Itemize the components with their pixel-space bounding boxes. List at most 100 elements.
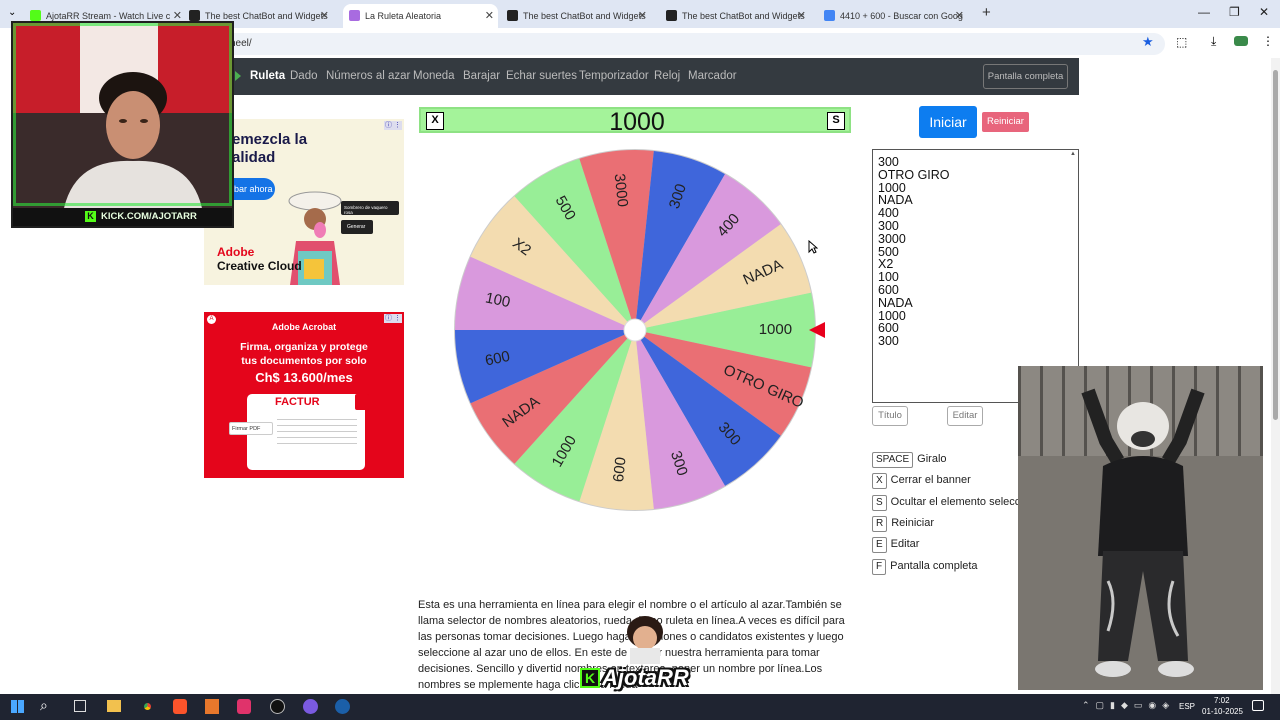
browser-tab[interactable]: 4410 + 600 - Buscar con Goog ✕: [818, 4, 968, 28]
wheel[interactable]: 1000OTRO GIRO3003006001000NADA600100X250…: [445, 140, 825, 520]
profile-icon[interactable]: [1234, 36, 1248, 46]
app-icon[interactable]: [270, 699, 285, 714]
new-tab-button[interactable]: +: [982, 4, 991, 21]
dancer-figure: [1081, 388, 1205, 677]
browser-tab[interactable]: La Ruleta Aleatoria ✕: [343, 4, 498, 28]
nav-item[interactable]: Echar suertes: [506, 70, 577, 82]
close-banner-button[interactable]: X: [426, 112, 444, 130]
shortcut-item: E Editar: [872, 537, 920, 554]
steam-icon[interactable]: [335, 699, 350, 714]
hide-selected-button[interactable]: S: [827, 112, 845, 130]
kick-logo-icon: K: [580, 668, 600, 688]
menu-icon[interactable]: ⋮: [1262, 34, 1274, 48]
kick-url: KICK.COM/AJOTARR: [101, 211, 197, 222]
nav-item[interactable]: Ruleta: [250, 70, 285, 82]
channel-logo: K AjotaRR: [578, 612, 698, 692]
tab-close-icon[interactable]: ✕: [638, 9, 647, 22]
wheel-segment-label: 3000: [611, 173, 631, 208]
browser-tab[interactable]: The best ChatBot and Widgets ✕: [501, 4, 651, 28]
shortcut-label: Giralo: [917, 453, 947, 465]
restore-icon[interactable]: ❐: [1229, 5, 1240, 19]
tiktok-icon[interactable]: [237, 699, 251, 714]
search-icon[interactable]: ⌕: [40, 697, 48, 714]
shortcut-label: Pantalla completa: [890, 559, 978, 572]
site-navbar: Ruleta Dado Números al azar Moneda Barajar Ec…: [225, 58, 1079, 95]
tab-close-icon[interactable]: ✕: [485, 9, 494, 22]
tab-list-chevron-icon[interactable]: ⌄: [8, 7, 16, 18]
title-button[interactable]: Título: [872, 406, 908, 426]
tab-title: La Ruleta Aleatoria: [365, 11, 442, 21]
shortcut-label: Cerrar el banner: [890, 474, 971, 487]
tab-close-icon[interactable]: ✕: [320, 9, 329, 22]
ad-line-1: Firma, organiza y protege: [240, 341, 368, 353]
tab-favicon-icon: [349, 10, 360, 21]
shortcut-item: X Cerrar el banner: [872, 473, 971, 490]
ad-sign-chip: Firmar PDF: [229, 422, 273, 435]
task-view-icon[interactable]: [74, 700, 86, 712]
nav-item[interactable]: Temporizador: [579, 70, 649, 82]
tray-icons[interactable]: ⌃▢▮◆▭◉◈: [1082, 700, 1175, 711]
ad-headline: emezcla la alidad: [232, 131, 308, 166]
windows-start-icon[interactable]: [11, 700, 24, 713]
tab-favicon-icon: [824, 10, 835, 21]
creative-cloud-wordmark: Creative Cloud: [217, 259, 302, 273]
tab-favicon-icon: [189, 10, 200, 21]
edit-button[interactable]: Editar: [947, 406, 983, 426]
scrollbar-thumb[interactable]: [1273, 70, 1278, 420]
ad-chip-2: Generar: [341, 220, 373, 234]
ad-info-icon[interactable]: ⓘ ⋮: [384, 314, 402, 323]
tab-title: The best ChatBot and Widgets: [523, 11, 646, 21]
textarea-scroll-up-icon[interactable]: ▲: [1070, 151, 1076, 157]
ad-price: Ch$ 13.600/mes: [255, 370, 353, 385]
extensions-icon[interactable]: ⬚: [1176, 35, 1187, 49]
shortcut-key: E: [872, 537, 887, 554]
clock-time[interactable]: 7:02: [1214, 696, 1230, 705]
nav-item[interactable]: Números al azar: [326, 70, 410, 82]
app-icon[interactable]: [205, 699, 219, 714]
ad-creative-cloud[interactable]: emezcla la alidad bar ahora Sombrero de …: [204, 119, 404, 285]
nav-item[interactable]: Barajar: [463, 70, 500, 82]
shortcut-label: Editar: [890, 538, 920, 551]
bookmark-star-icon[interactable]: ★: [1142, 34, 1154, 50]
nav-item[interactable]: Moneda: [413, 70, 455, 82]
chrome-icon[interactable]: [140, 699, 155, 714]
tab-close-icon[interactable]: ✕: [797, 9, 806, 22]
reset-button[interactable]: Reiniciar: [982, 112, 1029, 132]
tab-close-icon[interactable]: ✕: [955, 9, 964, 22]
brave-icon[interactable]: [173, 699, 187, 714]
clock-date[interactable]: 01-10-2025: [1202, 707, 1243, 716]
nav-arrow-icon: [235, 71, 241, 81]
ad-chip-1: Sombrero de vaquero rosa: [341, 201, 399, 215]
tab-favicon-icon: [666, 10, 677, 21]
nav-item[interactable]: Dado: [290, 70, 318, 82]
shortcut-key: R: [872, 515, 888, 532]
name-line: 300: [878, 334, 899, 349]
tab-title: The best ChatBot and Widgets: [682, 11, 805, 21]
tab-title: AjotaRR Stream - Watch Live c: [46, 11, 171, 21]
nav-item[interactable]: Reloj: [654, 70, 680, 82]
browser-tab[interactable]: The best ChatBot and Widgets ✕: [660, 4, 810, 28]
minimize-icon[interactable]: —: [1198, 5, 1210, 19]
nav-item[interactable]: Marcador: [688, 70, 737, 82]
notification-icon[interactable]: [1252, 700, 1264, 711]
page-scrollbar[interactable]: [1271, 58, 1280, 694]
messenger-icon[interactable]: [303, 699, 318, 714]
start-button[interactable]: Iniciar: [919, 106, 977, 138]
file-explorer-icon[interactable]: [107, 700, 121, 712]
fullscreen-button[interactable]: Pantalla completa: [983, 64, 1068, 89]
shortcut-item: F Pantalla completa: [872, 558, 978, 575]
taskbar: ⌕ ⌃▢▮◆▭◉◈ ESP 7:02 01-10-2025: [0, 694, 1280, 720]
ad-doc-lines: [277, 414, 357, 448]
dancing-character-overlay: [1018, 366, 1263, 690]
ad-acrobat[interactable]: A Adobe Acrobat Firma, organiza y proteg…: [204, 312, 404, 478]
ad-brand: Adobe Acrobat: [271, 322, 337, 332]
shortcut-key: F: [872, 558, 887, 575]
download-icon[interactable]: ⤓: [1211, 34, 1216, 49]
ad-info-icon[interactable]: ⓘ ⋮: [384, 121, 402, 130]
language-indicator[interactable]: ESP: [1179, 702, 1195, 711]
close-window-icon[interactable]: ✕: [1259, 5, 1269, 19]
green-glow-border: [13, 23, 232, 206]
names-textarea[interactable]: ▲ 300 OTRO GIRO 1000 NADA 400 300 3000 500 X2 100…: [872, 149, 1079, 403]
mouse-cursor-icon: [808, 240, 818, 254]
shortcut-key: X: [872, 473, 887, 490]
